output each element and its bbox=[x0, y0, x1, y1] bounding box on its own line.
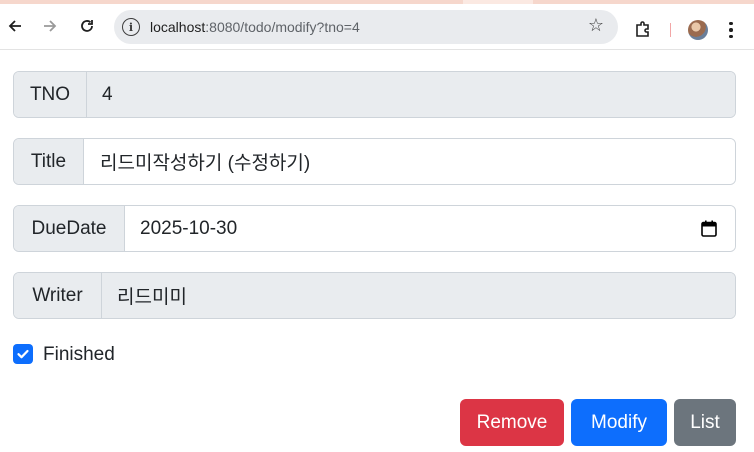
info-icon[interactable]: i bbox=[122, 18, 140, 36]
duedate-label: DueDate bbox=[14, 206, 125, 251]
extensions-icon[interactable] bbox=[634, 19, 654, 39]
address-bar[interactable]: i localhost:8080/todo/modify?tno=4 ☆ bbox=[114, 10, 618, 44]
modify-button[interactable]: Modify bbox=[571, 399, 667, 446]
remove-button[interactable]: Remove bbox=[460, 399, 564, 446]
finished-checkbox[interactable] bbox=[13, 344, 33, 364]
browser-toolbar: i localhost:8080/todo/modify?tno=4 ☆ bbox=[0, 4, 754, 50]
forward-arrow-icon[interactable] bbox=[37, 13, 63, 39]
tno-input-group: TNO 4 bbox=[13, 71, 736, 118]
duedate-input-group: DueDate 2025-10-30 bbox=[13, 205, 736, 252]
url-text[interactable]: localhost:8080/todo/modify?tno=4 bbox=[150, 18, 360, 36]
calendar-icon[interactable] bbox=[701, 220, 717, 237]
writer-field: 리드미미 bbox=[102, 273, 735, 318]
writer-input-group: Writer 리드미미 bbox=[13, 272, 736, 319]
duedate-value: 2025-10-30 bbox=[140, 217, 238, 239]
kebab-menu-icon[interactable] bbox=[726, 18, 736, 42]
title-input-group: Title 리드미작성하기 (수정하기) bbox=[13, 138, 736, 185]
url-host: localhost bbox=[150, 19, 206, 35]
tno-label: TNO bbox=[14, 72, 87, 117]
duedate-field[interactable]: 2025-10-30 bbox=[125, 206, 735, 251]
url-path: :8080/todo/modify?tno=4 bbox=[205, 19, 360, 35]
title-field[interactable]: 리드미작성하기 (수정하기) bbox=[84, 139, 735, 184]
back-arrow-icon[interactable] bbox=[2, 13, 28, 39]
title-label: Title bbox=[14, 139, 84, 184]
tno-field: 4 bbox=[87, 72, 735, 117]
writer-label: Writer bbox=[14, 273, 102, 318]
star-icon[interactable]: ☆ bbox=[588, 15, 604, 36]
reload-icon[interactable] bbox=[74, 13, 100, 39]
list-button[interactable]: List bbox=[674, 399, 736, 446]
toolbar-separator bbox=[670, 23, 671, 37]
avatar[interactable] bbox=[688, 20, 708, 40]
checkmark-icon bbox=[17, 349, 29, 359]
finished-label[interactable]: Finished bbox=[43, 342, 115, 368]
